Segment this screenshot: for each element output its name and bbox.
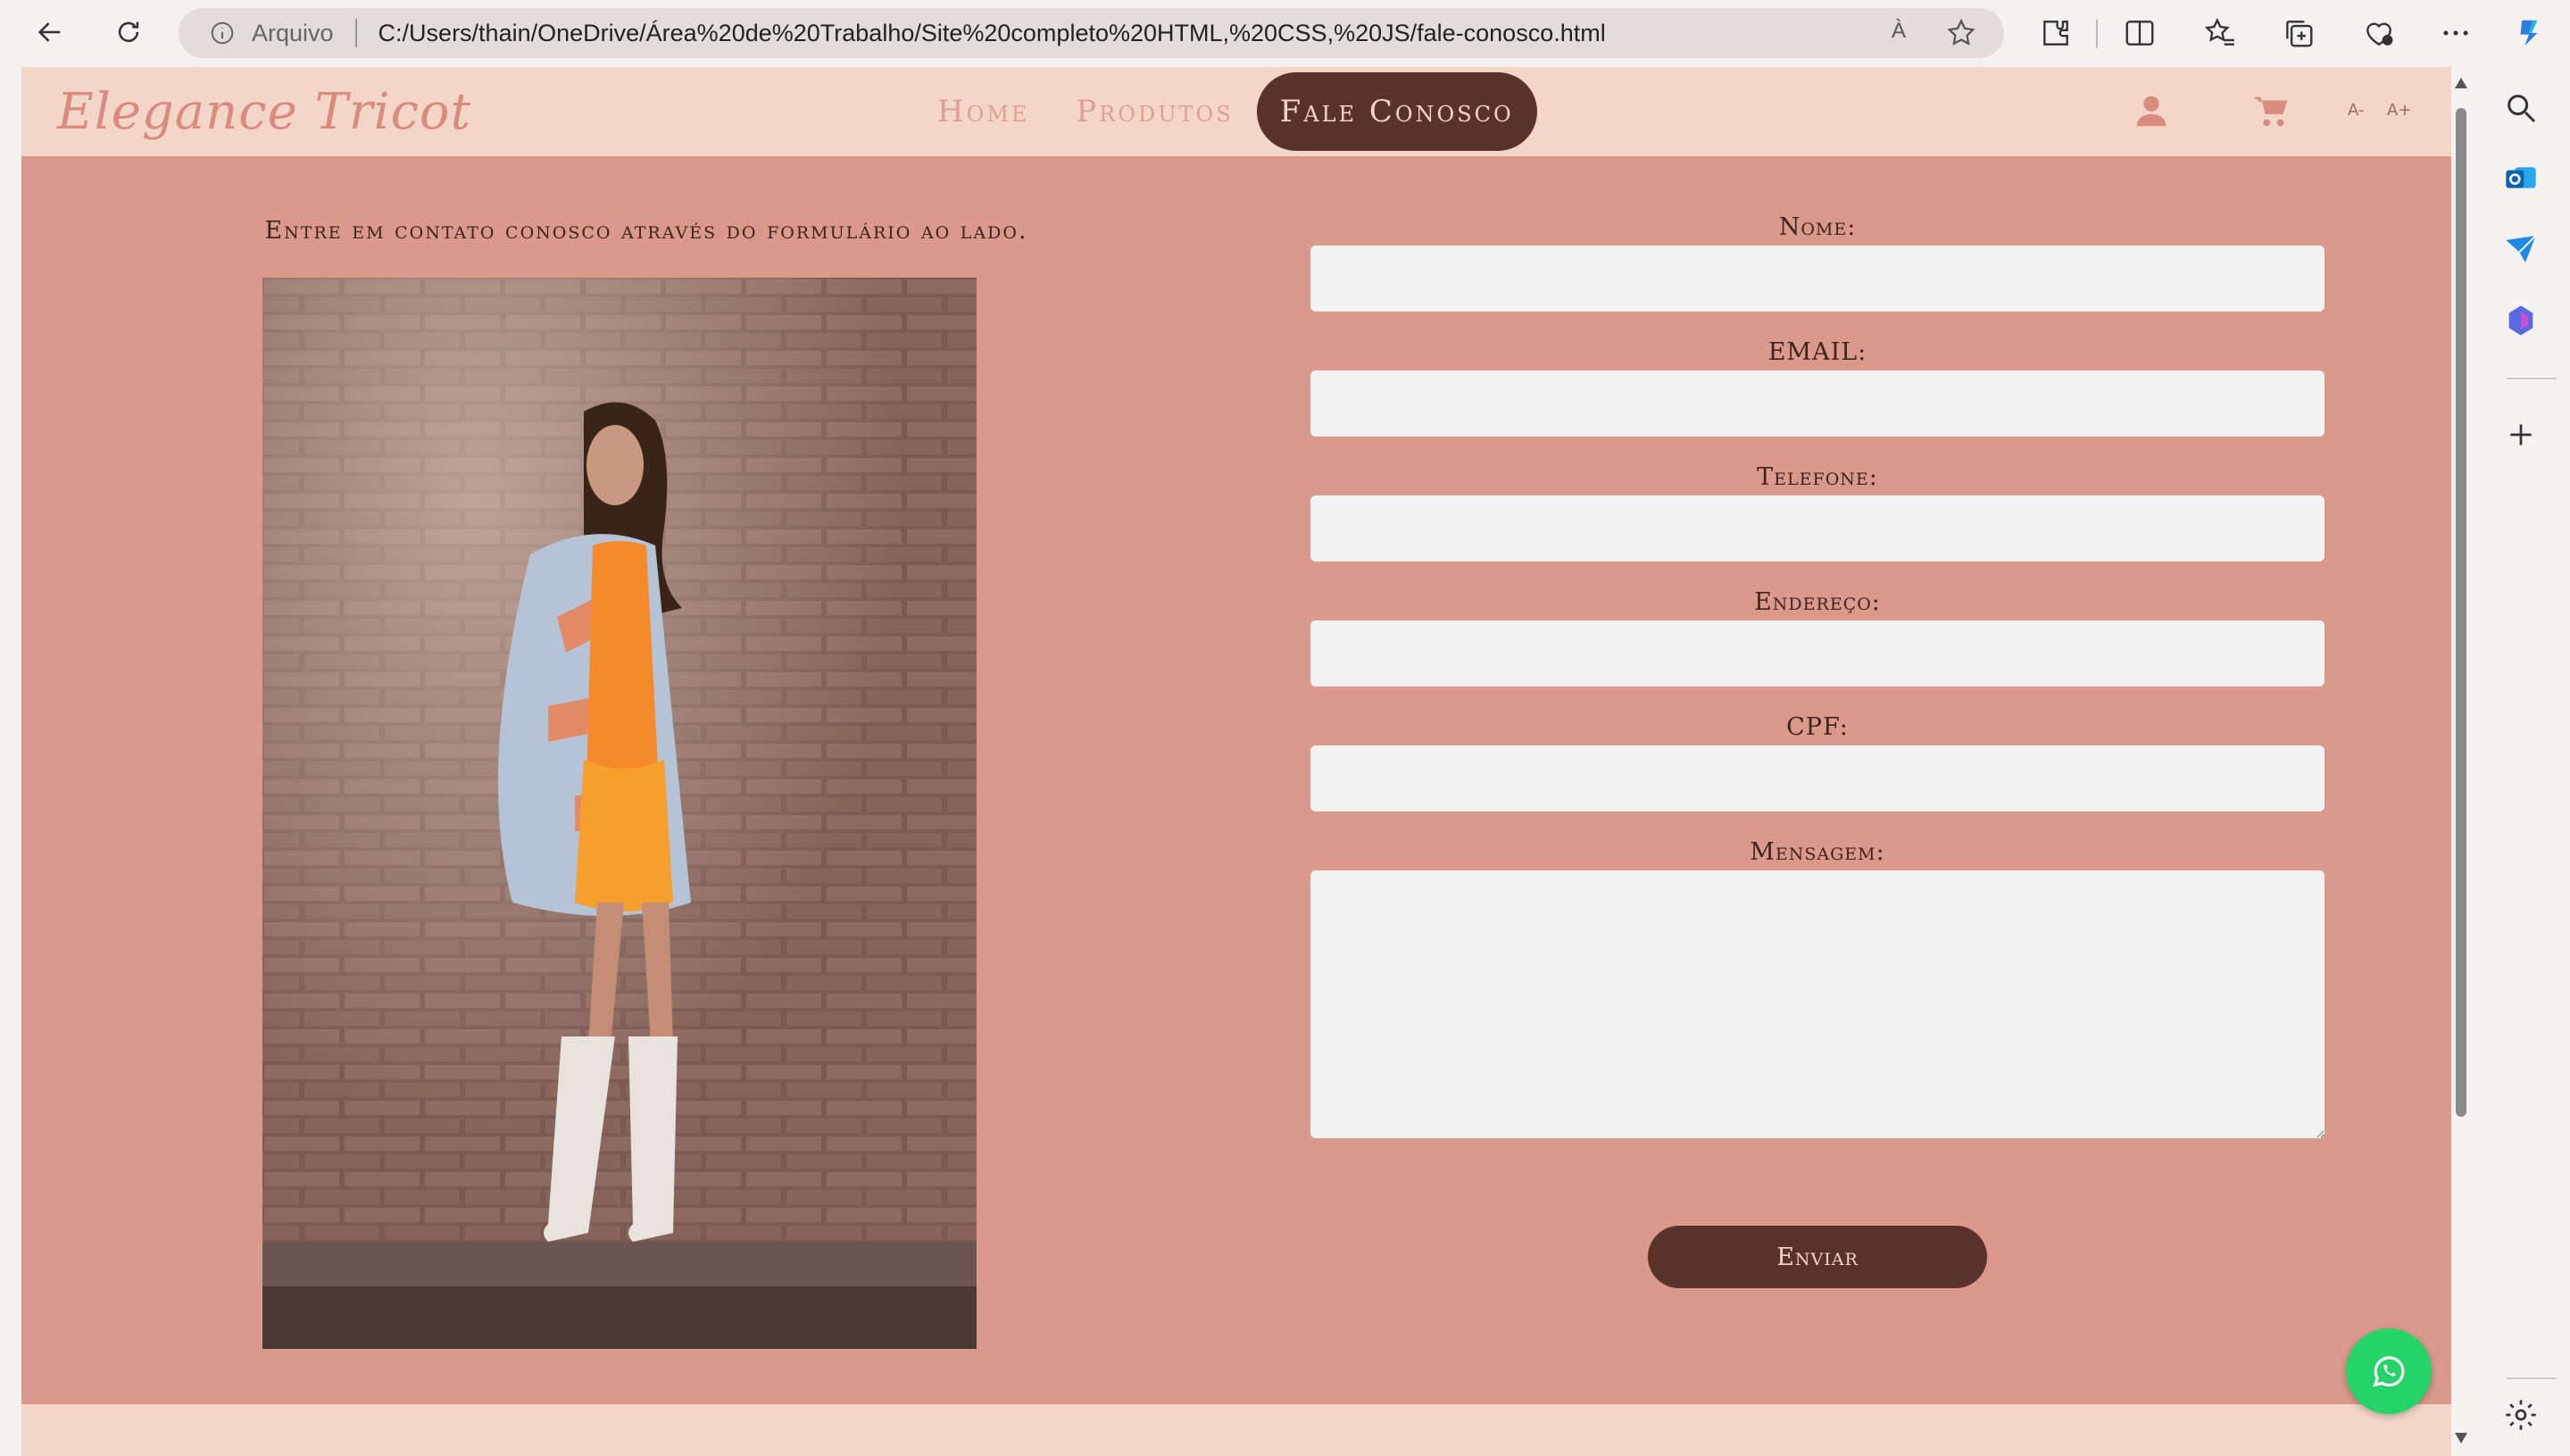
- whatsapp-icon: [2373, 1356, 2405, 1387]
- extensions-icon[interactable]: [2039, 16, 2073, 50]
- telefone-label: Telefone:: [1757, 463, 1878, 491]
- mensagem-textarea[interactable]: [1310, 870, 2325, 1138]
- nav-home[interactable]: Home: [914, 72, 1052, 151]
- scroll-down-arrow[interactable]: [2455, 1433, 2467, 1444]
- refresh-icon[interactable]: [109, 12, 148, 52]
- browser-sidebar: [2471, 67, 2570, 1456]
- mensagem-label: Mensagem:: [1750, 838, 1885, 866]
- search-icon[interactable]: [2503, 90, 2539, 126]
- user-icon[interactable]: [2131, 90, 2172, 131]
- outlook-icon[interactable]: [2503, 160, 2539, 196]
- site-logo[interactable]: Elegance Tricot: [57, 83, 471, 141]
- nav-produtos[interactable]: Produtos: [1052, 72, 1256, 151]
- cart-icon[interactable]: [2251, 90, 2292, 131]
- split-screen-icon[interactable]: [2123, 16, 2157, 50]
- telefone-input[interactable]: [1310, 495, 2325, 562]
- email-input[interactable]: [1310, 370, 2325, 437]
- settings-gear-icon[interactable]: [2503, 1397, 2539, 1433]
- main-nav: Home Produtos Fale Conosco: [914, 72, 1537, 151]
- page-scrollbar[interactable]: [2451, 67, 2471, 1456]
- sidebar-separator: [2507, 378, 2557, 379]
- font-increase-button[interactable]: A+: [2387, 101, 2411, 120]
- endereco-label: Endereço:: [1754, 588, 1881, 616]
- favorites-icon[interactable]: [2203, 16, 2237, 50]
- scroll-up-arrow[interactable]: [2455, 78, 2467, 88]
- toolbar-separator: [2096, 20, 2098, 48]
- contact-intro-text: Entre em contato conosco através do form…: [264, 217, 1028, 245]
- address-scheme-label: Arquivo: [252, 19, 334, 46]
- enviar-button[interactable]: Enviar: [1648, 1226, 1987, 1288]
- browser-toolbar: Arquivo C:/Users/thain/OneDrive/Área%20d…: [0, 0, 2570, 67]
- whatsapp-button[interactable]: [2346, 1328, 2432, 1414]
- site-header: Elegance Tricot Home Produtos Fale Conos…: [21, 67, 2451, 156]
- address-bar[interactable]: Arquivo C:/Users/thain/OneDrive/Área%20d…: [179, 8, 2004, 58]
- page-viewport: Elegance Tricot Home Produtos Fale Conos…: [21, 67, 2451, 1456]
- cpf-input[interactable]: [1310, 745, 2325, 811]
- read-aloud-icon[interactable]: À: [1892, 19, 1906, 44]
- nome-label: Nome:: [1778, 213, 1857, 241]
- address-url[interactable]: C:/Users/thain/OneDrive/Área%20de%20Trab…: [378, 20, 1606, 47]
- model-photo: [262, 278, 977, 1349]
- add-icon[interactable]: [2503, 417, 2539, 453]
- scroll-thumb[interactable]: [2456, 108, 2466, 1117]
- cpf-label: CPF:: [1786, 713, 1849, 741]
- info-icon[interactable]: [209, 20, 236, 46]
- back-icon[interactable]: [30, 12, 70, 52]
- footer-strip: [21, 1404, 2451, 1456]
- font-decrease-button[interactable]: A-: [2348, 101, 2364, 120]
- address-separator: [354, 19, 357, 47]
- sidebar-separator-bottom: [2507, 1377, 2557, 1379]
- send-icon[interactable]: [2503, 231, 2539, 267]
- nav-fale-conosco[interactable]: Fale Conosco: [1256, 72, 1537, 151]
- contact-form: Nome: EMAIL: Telefone: Endereço: CPF: Me…: [1310, 210, 2325, 1138]
- favorite-star-icon[interactable]: [1945, 17, 1977, 49]
- email-label: EMAIL:: [1767, 338, 1867, 366]
- collections-icon[interactable]: [2282, 16, 2316, 50]
- endereco-input[interactable]: [1310, 620, 2325, 686]
- copilot-icon[interactable]: [2512, 16, 2546, 50]
- nome-input[interactable]: [1310, 245, 2325, 312]
- copilot-app-icon[interactable]: [2503, 303, 2539, 338]
- more-options-icon[interactable]: [2439, 16, 2473, 50]
- browser-essentials-icon[interactable]: [2362, 16, 2396, 50]
